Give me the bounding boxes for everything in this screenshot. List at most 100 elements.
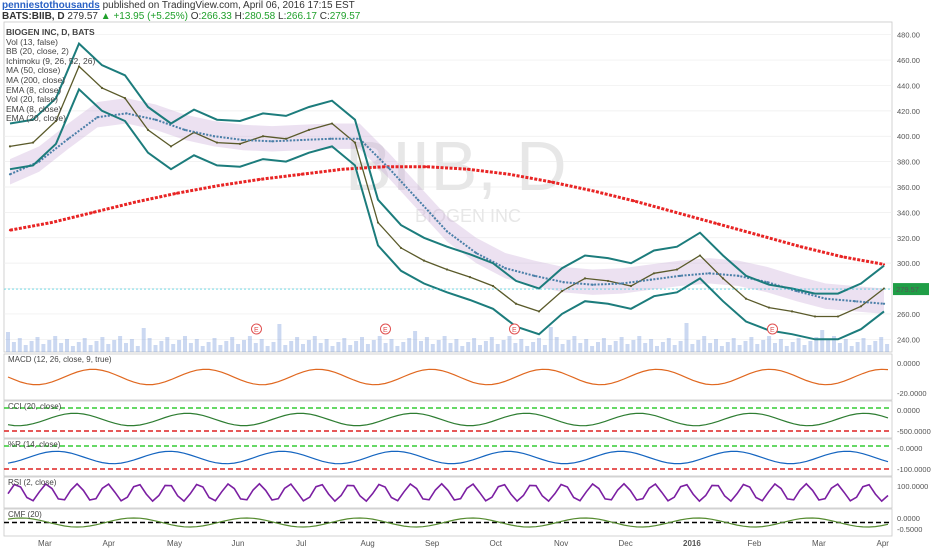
- volume-bar: [17, 338, 22, 352]
- time-tick-label: Aug: [361, 539, 375, 548]
- close-price-line-point: [721, 277, 725, 280]
- volume-bar: [35, 337, 40, 352]
- volume-bar: [749, 337, 754, 352]
- volume-bar: [613, 341, 618, 352]
- ma200-line-point: [841, 255, 844, 258]
- volume-bar: [124, 343, 128, 352]
- volume-bar: [696, 340, 701, 352]
- volume-bar: [236, 344, 241, 352]
- ma50-line-point: [183, 128, 186, 131]
- ma50-line-point: [300, 138, 303, 142]
- volume-bar: [678, 341, 683, 352]
- ma50-line-point: [387, 166, 390, 170]
- volume-bar: [472, 338, 477, 352]
- volume-bar: [212, 338, 217, 352]
- subpanel-tick-label: 0.0000: [897, 406, 920, 415]
- volume-bar: [129, 339, 134, 352]
- volume-bar: [106, 344, 111, 352]
- time-tick-label: Jul: [296, 539, 306, 548]
- close-price-line-point: [583, 277, 587, 280]
- volume-bar: [849, 346, 854, 352]
- volume-bar: [873, 341, 878, 352]
- volume-bar: [761, 340, 766, 352]
- ma200-line-point: [383, 165, 386, 168]
- volume-bar: [802, 345, 807, 352]
- ma200-line-point: [8, 229, 12, 232]
- last-price-tag-label: 279.57: [896, 285, 919, 294]
- close-price-line-point: [399, 246, 403, 250]
- volume-bar: [100, 337, 105, 352]
- volume-bar: [118, 336, 123, 352]
- price-tick-label: 460.00: [897, 56, 920, 65]
- volume-bar: [820, 330, 825, 352]
- volume-bar: [76, 342, 81, 352]
- time-tick-label: Sep: [425, 539, 440, 548]
- close-price-line-point: [514, 302, 518, 305]
- time-tick-label: 2016: [683, 539, 701, 548]
- ma200-line-point: [300, 173, 303, 176]
- subpanel-label: MACD (12, 26, close, 9, true): [8, 355, 112, 364]
- subpanel-tick-label: -500.0000: [897, 427, 931, 436]
- ma200-line-point: [425, 165, 428, 168]
- volume-bar: [507, 336, 512, 352]
- earnings-marker-label: E: [383, 327, 388, 334]
- volume-bar: [88, 345, 93, 352]
- ma50-line-point: [737, 274, 740, 277]
- volume-bar: [348, 345, 353, 352]
- time-axis: Mar Apr May Jun Jul Aug Sep Oct Nov Dec 2016 Feb Mar…: [38, 539, 889, 548]
- volume-bar: [271, 342, 276, 352]
- close-price-line-point: [422, 259, 426, 262]
- ma50-line-point: [824, 297, 827, 300]
- ma200-line-point: [133, 201, 136, 204]
- volume-bar: [70, 346, 75, 352]
- volume-bar: [519, 339, 524, 352]
- close-price-line-point: [836, 315, 840, 318]
- volume-bar: [837, 343, 842, 352]
- volume-bar: [719, 346, 724, 352]
- close-price-line-point: [445, 268, 449, 271]
- time-tick-label: Jun: [232, 539, 245, 548]
- price-tick-label: 440.00: [897, 81, 920, 90]
- ma50-line-point: [241, 138, 245, 142]
- volume-bar: [330, 346, 335, 352]
- ma50-line-point: [882, 302, 886, 305]
- volume-bar: [855, 342, 860, 352]
- volume-bar: [643, 343, 648, 352]
- close-price-line-point: [307, 128, 311, 131]
- ma50-line-point: [271, 140, 274, 143]
- close-price-line-point: [790, 310, 794, 313]
- volume-bar: [714, 339, 718, 352]
- time-tick-label: Dec: [619, 539, 633, 548]
- ma50-line-point: [475, 251, 478, 255]
- volume-bar: [265, 346, 270, 352]
- ma50-line-point: [329, 137, 332, 140]
- volume-bar: [778, 339, 783, 352]
- subpanel-frame: [3, 476, 893, 509]
- close-price-line-point: [652, 272, 656, 275]
- ma50-line-point: [96, 116, 99, 119]
- subpanel-label: RSI (2, close): [8, 478, 57, 487]
- volume-bar: [631, 340, 636, 352]
- volume-bar: [773, 343, 777, 352]
- close-price-line-point: [744, 297, 748, 300]
- volume-bar: [537, 338, 541, 352]
- price-tick-label: 420.00: [897, 107, 920, 116]
- ma50-line-point: [533, 274, 536, 277]
- close-price-line-point: [330, 122, 334, 125]
- ma50-line-point: [212, 135, 216, 138]
- volume-bar: [637, 336, 642, 352]
- volume-bar: [554, 337, 559, 352]
- ma50-line-point: [853, 300, 856, 303]
- volume-bar: [725, 342, 730, 352]
- earnings-marker-label: E: [770, 327, 775, 334]
- volume-bar: [242, 340, 246, 352]
- close-price-line-point: [215, 141, 219, 144]
- volume-bar: [495, 344, 500, 352]
- volume-bar: [206, 342, 211, 352]
- chart-canvas[interactable]: BIIB, D BIOGEN INC EEEE 240.00260.00280.…: [0, 0, 932, 550]
- volume-bar: [112, 340, 117, 352]
- volume-bar: [159, 341, 164, 352]
- volume-bar: [885, 344, 890, 352]
- ma200-line-point: [549, 180, 553, 184]
- ma200-line-point: [508, 173, 511, 176]
